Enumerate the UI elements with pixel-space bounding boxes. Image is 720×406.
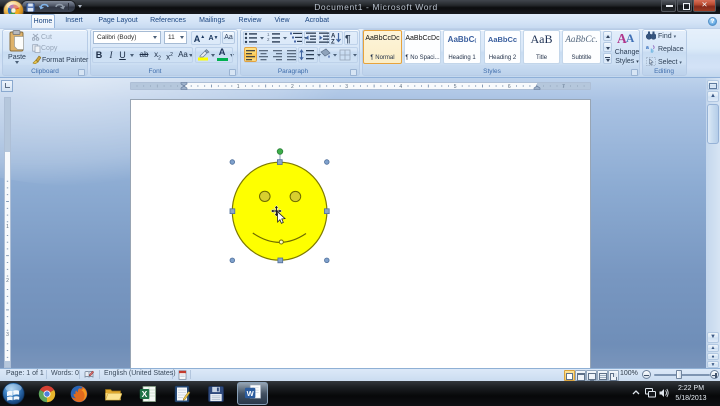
svg-text:b: b: [651, 49, 654, 54]
svg-text:X: X: [142, 389, 148, 399]
svg-text:¶: ¶: [345, 34, 351, 45]
svg-text:Z: Z: [331, 40, 335, 46]
svg-text:W: W: [247, 389, 255, 398]
svg-text:2: 2: [267, 37, 270, 42]
svg-text:a: a: [646, 45, 649, 51]
